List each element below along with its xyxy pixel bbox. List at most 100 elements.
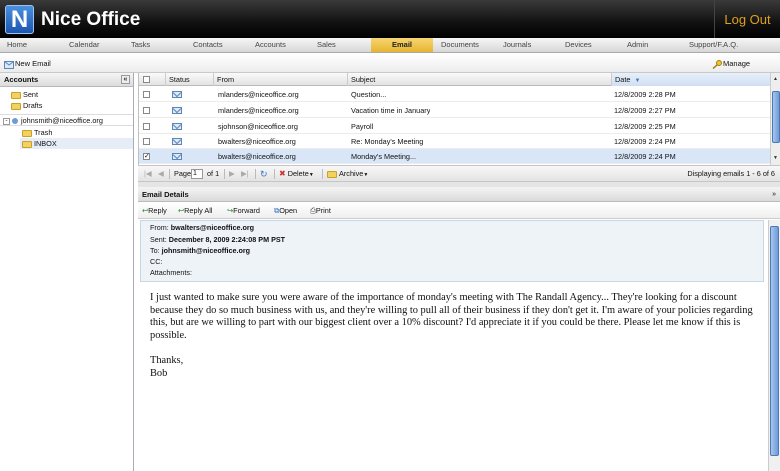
reply-button[interactable]: ↩Reply (142, 203, 167, 219)
sent-label: Sent: (150, 235, 167, 244)
table-row[interactable]: mlanders@niceoffice.org Question... 12/8… (139, 87, 771, 102)
select-all-checkbox[interactable] (143, 76, 150, 83)
email-actions-toolbar: ↩Reply ↩Reply All ↪Forward ⧉Open ⎙Print (138, 203, 780, 219)
account-row[interactable]: - johnsmith@niceoffice.org (0, 114, 133, 126)
open-label: Open (279, 206, 298, 215)
folder-label: Trash (34, 128, 53, 137)
email-body: I just wanted to make sure you were awar… (150, 292, 755, 381)
select-all-checkbox-cell[interactable] (139, 73, 165, 86)
column-subject[interactable]: Subject (347, 73, 611, 86)
page-count: of 1 (207, 169, 220, 178)
email-body-scrollbar[interactable] (768, 220, 780, 471)
cc-label: CC: (150, 257, 163, 266)
nav-admin[interactable]: Admin (627, 38, 648, 52)
forward-label: Forward (233, 206, 260, 215)
page-label: Page (174, 169, 192, 178)
row-subject: Monday's Meeting... (351, 152, 417, 161)
row-from: mlanders@niceoffice.org (218, 106, 299, 115)
row-subject: Question... (351, 90, 387, 99)
next-page-icon[interactable]: ▶ (229, 166, 235, 182)
email-list-header: Status From Subject Date ▼ (139, 73, 771, 86)
folder-label: Drafts (23, 101, 43, 110)
email-signature: Bob (150, 367, 168, 379)
folder-label: Sent (23, 90, 39, 99)
nav-journals[interactable]: Journals (503, 38, 531, 52)
reply-all-button[interactable]: ↩Reply All (178, 203, 213, 219)
row-subject: Vacation time in January (351, 106, 431, 115)
folder-drafts[interactable]: Drafts (11, 100, 42, 111)
sent-value: December 8, 2009 2:24:08 PM PST (168, 235, 286, 244)
folder-inbox[interactable]: INBOX (20, 138, 133, 149)
row-from: bwalters@niceoffice.org (218, 152, 296, 161)
column-date[interactable]: Date ▼ (611, 73, 771, 86)
nav-documents[interactable]: Documents (441, 38, 479, 52)
table-row-selected[interactable]: ✓ bwalters@niceoffice.org Monday's Meeti… (139, 149, 771, 164)
open-button[interactable]: ⧉Open (274, 203, 297, 219)
last-page-icon[interactable]: ▶| (241, 166, 249, 182)
archive-button[interactable]: Archive▼ (327, 166, 368, 183)
email-details-title: Email Details (142, 190, 189, 199)
chevron-down-icon: ▼ (308, 172, 314, 178)
from-line: From: bwalters@niceoffice.org (150, 223, 254, 232)
email-list-scrollbar[interactable]: ▲ ▼ (770, 73, 780, 165)
column-status[interactable]: Status (165, 73, 213, 86)
folder-sent[interactable]: Sent (11, 89, 38, 100)
row-checkbox[interactable] (143, 91, 150, 98)
collapse-details-icon[interactable]: » (772, 187, 776, 202)
prev-page-icon[interactable]: ◀ (158, 166, 164, 182)
collapse-panel-icon[interactable]: « (121, 75, 130, 84)
email-status-icon (172, 107, 182, 114)
print-button[interactable]: ⎙Print (310, 203, 331, 219)
archive-label: Archive (339, 169, 364, 178)
table-row[interactable]: mlanders@niceoffice.org Vacation time in… (139, 103, 771, 118)
manage-accounts-button[interactable]: Manage Accounts (712, 57, 780, 81)
app-window: N Nice Office Log Out Home Calendar Task… (0, 0, 780, 471)
row-checkbox[interactable] (143, 107, 150, 114)
from-label: From: (150, 223, 169, 232)
email-headers: From: bwalters@niceoffice.org Sent: Dece… (140, 220, 764, 282)
column-from[interactable]: From (213, 73, 347, 86)
nav-home[interactable]: Home (7, 38, 27, 52)
pagination-summary: Displaying emails 1 - 6 of 6 (687, 169, 775, 178)
reply-label: Reply (148, 206, 167, 215)
row-checkbox[interactable] (143, 123, 150, 130)
email-status-icon (172, 91, 182, 98)
nav-accounts[interactable]: Accounts (255, 38, 286, 52)
scroll-thumb[interactable] (772, 91, 780, 143)
nav-support[interactable]: Support/F.A.Q. (689, 38, 738, 52)
email-details-header: Email Details » (138, 187, 780, 202)
logout-button[interactable]: Log Out (714, 0, 780, 38)
refresh-icon[interactable]: ↻ (260, 166, 268, 182)
account-node[interactable]: - johnsmith@niceoffice.org (3, 115, 103, 126)
email-body-paragraph: I just wanted to make sure you were awar… (150, 292, 753, 341)
chevron-down-icon: ▼ (363, 172, 369, 178)
sort-desc-icon: ▼ (634, 78, 641, 84)
table-row[interactable]: sjohnson@niceoffice.org Payroll 12/8/200… (139, 119, 771, 134)
app-title: Nice Office (41, 9, 141, 30)
account-label: johnsmith@niceoffice.org (21, 116, 103, 125)
nav-sales[interactable]: Sales (317, 38, 336, 52)
row-checkbox[interactable] (143, 138, 150, 145)
row-date: 12/8/2009 2:25 PM (614, 122, 676, 131)
scroll-thumb[interactable] (770, 226, 779, 456)
new-email-button[interactable]: New Email (4, 57, 51, 70)
nav-email[interactable]: Email (371, 38, 433, 52)
nav-devices[interactable]: Devices (565, 38, 592, 52)
first-page-icon[interactable]: |◀ (144, 166, 152, 182)
attachments-line: Attachments: (150, 268, 192, 277)
scroll-up-icon[interactable]: ▲ (773, 76, 778, 82)
delete-button[interactable]: ✖ Delete▼ (279, 166, 314, 183)
nav-tasks[interactable]: Tasks (131, 38, 150, 52)
nav-calendar[interactable]: Calendar (69, 38, 99, 52)
row-date: 12/8/2009 2:27 PM (614, 106, 676, 115)
forward-button[interactable]: ↪Forward (227, 203, 260, 219)
scroll-down-icon[interactable]: ▼ (773, 155, 778, 161)
row-checkbox-checked[interactable]: ✓ (143, 153, 150, 160)
tree-expand-icon[interactable]: - (3, 117, 10, 125)
page-number-input[interactable]: 1 (191, 169, 203, 179)
table-row[interactable]: bwalters@niceoffice.org Re: Monday's Mee… (139, 134, 771, 149)
folder-icon (22, 129, 32, 137)
nav-contacts[interactable]: Contacts (193, 38, 223, 52)
divider (224, 169, 225, 179)
folder-trash[interactable]: Trash (22, 127, 52, 138)
